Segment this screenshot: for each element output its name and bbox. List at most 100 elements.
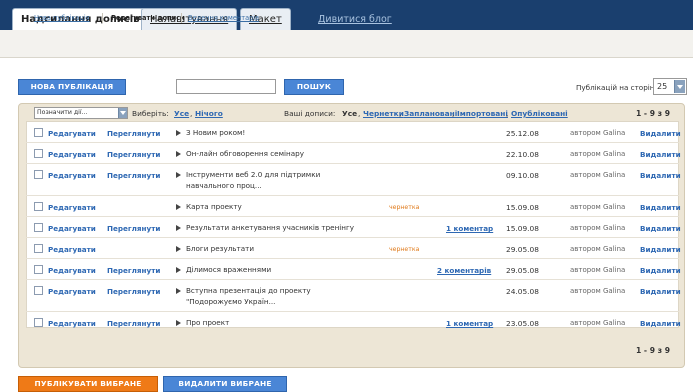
post-title: Результати анкетування учасників тренінг… — [186, 223, 355, 232]
delete-link[interactable]: Видалити — [640, 287, 681, 296]
draft-label: чернетка — [389, 204, 420, 211]
delete-link[interactable]: Видалити — [640, 150, 681, 159]
filter-published-link[interactable]: Опубліковані — [511, 109, 568, 118]
post-date: 15.09.08 — [506, 224, 539, 233]
delete-link[interactable]: Видалити — [640, 171, 681, 180]
view-blog-link[interactable]: Дивитися блог — [318, 14, 392, 25]
delete-link[interactable]: Видалити — [640, 129, 681, 138]
search-input[interactable] — [176, 79, 276, 94]
post-author: автором Galina — [570, 245, 626, 253]
search-button[interactable]: ПОШУК — [284, 79, 344, 95]
row-divider — [26, 258, 679, 259]
row-checkbox[interactable] — [34, 286, 43, 295]
new-post-button[interactable]: НОВА ПУБЛІКАЦІЯ — [18, 79, 126, 95]
delete-link[interactable]: Видалити — [640, 203, 681, 212]
post-author: автором Galina — [570, 319, 626, 327]
per-page-select[interactable]: 25 — [653, 78, 687, 95]
delete-link[interactable]: Видалити — [640, 245, 681, 254]
edit-link[interactable]: Редагувати — [48, 150, 96, 159]
pagination-bottom: 1 - 9 з 9 — [636, 346, 670, 355]
edit-link[interactable]: Редагувати — [48, 266, 96, 275]
edit-link[interactable]: Редагувати — [48, 129, 96, 138]
view-link[interactable]: Переглянути — [107, 129, 160, 138]
pagination-top: 1 - 9 з 9 — [636, 109, 670, 118]
row-checkbox[interactable] — [34, 223, 43, 232]
comma-separator: , — [452, 109, 455, 118]
your-posts-label: Ваші дописи: — [284, 109, 336, 118]
delete-link[interactable]: Видалити — [640, 266, 681, 275]
subnav-edit-posts[interactable]: Редагувати дописи — [111, 14, 185, 22]
edit-link[interactable]: Редагувати — [48, 245, 96, 254]
filter-drafts-link[interactable]: Чернетки — [363, 109, 404, 118]
post-title: Он-лайн обговорення семінару — [186, 149, 304, 158]
view-link[interactable]: Переглянути — [107, 171, 160, 180]
bulk-actions-select[interactable]: Позначити дії... — [34, 107, 128, 119]
post-author: автором Galina — [570, 224, 626, 232]
view-link[interactable]: Переглянути — [107, 319, 160, 328]
post-date: 24.05.08 — [506, 287, 539, 296]
edit-link[interactable]: Редагувати — [48, 287, 96, 296]
post-title: Інструменти веб 2.0 для підтримки навчал… — [186, 170, 321, 190]
subnav-new-post[interactable]: Нова публікація — [34, 14, 90, 22]
post-title: З Новим роком! — [186, 128, 246, 137]
post-author: автором Galina — [570, 150, 626, 158]
row-checkbox[interactable] — [34, 318, 43, 327]
row-checkbox[interactable] — [34, 265, 43, 274]
edit-link[interactable]: Редагувати — [48, 203, 96, 212]
comma-separator: , — [506, 109, 509, 118]
expand-arrow-icon[interactable] — [176, 130, 181, 136]
comments-link[interactable]: 1 коментар — [446, 319, 493, 328]
post-title: Карта проекту — [186, 202, 242, 211]
publish-selected-button[interactable]: ПУБЛІКУВАТИ ВИБРАНЕ — [18, 376, 158, 392]
delete-selected-button[interactable]: ВИДАЛИТИ ВИБРАНЕ — [163, 376, 287, 392]
row-checkbox[interactable] — [34, 170, 43, 179]
post-author: автором Galina — [570, 266, 626, 274]
expand-arrow-icon[interactable] — [176, 225, 181, 231]
edit-link[interactable]: Редагувати — [48, 171, 96, 180]
expand-arrow-icon[interactable] — [176, 246, 181, 252]
comments-link[interactable]: 2 коментарів — [437, 266, 491, 275]
view-link[interactable]: Переглянути — [107, 150, 160, 159]
expand-arrow-icon[interactable] — [176, 320, 181, 326]
post-author: автором Galina — [570, 203, 626, 211]
select-none-link[interactable]: Нічого — [195, 109, 223, 118]
post-title: Про проект — [186, 318, 230, 327]
chevron-down-icon — [674, 80, 685, 93]
draft-label: чернетка — [389, 246, 420, 253]
view-link[interactable]: Переглянути — [107, 266, 160, 275]
delete-link[interactable]: Видалити — [640, 319, 681, 328]
row-checkbox[interactable] — [34, 149, 43, 158]
subnav-moderate-comments[interactable]: Ведення коментарів — [188, 14, 259, 22]
edit-link[interactable]: Редагувати — [48, 224, 96, 233]
expand-arrow-icon[interactable] — [176, 151, 181, 157]
edit-link[interactable]: Редагувати — [48, 319, 96, 328]
subnav-divider — [181, 13, 182, 23]
expand-arrow-icon[interactable] — [176, 267, 181, 273]
filter-scheduled-link[interactable]: Заплановані — [404, 109, 457, 118]
post-date: 29.05.08 — [506, 245, 539, 254]
row-divider — [26, 311, 679, 312]
post-date: 22.10.08 — [506, 150, 539, 159]
filter-imported-link[interactable]: Імпортовані — [457, 109, 508, 118]
view-link[interactable]: Переглянути — [107, 287, 160, 296]
expand-arrow-icon[interactable] — [176, 204, 181, 210]
post-author: автором Galina — [570, 171, 626, 179]
post-title: Вступна презентація до проекту "Подорожу… — [186, 286, 311, 306]
per-page-value: 25 — [657, 82, 668, 91]
expand-arrow-icon[interactable] — [176, 172, 181, 178]
per-page-label: Публікацій на сторінку — [576, 83, 664, 92]
row-checkbox[interactable] — [34, 202, 43, 211]
bulk-actions-value: Позначити дії... — [37, 109, 88, 116]
view-link[interactable]: Переглянути — [107, 224, 160, 233]
chevron-down-icon — [118, 108, 127, 118]
post-date: 09.10.08 — [506, 171, 539, 180]
comments-link[interactable]: 1 коментар — [446, 224, 493, 233]
row-checkbox[interactable] — [34, 128, 43, 137]
post-date: 23.05.08 — [506, 319, 539, 328]
select-all-link[interactable]: Усе — [174, 109, 189, 118]
expand-arrow-icon[interactable] — [176, 288, 181, 294]
post-date: 25.12.08 — [506, 129, 539, 138]
row-checkbox[interactable] — [34, 244, 43, 253]
post-date: 15.09.08 — [506, 203, 539, 212]
delete-link[interactable]: Видалити — [640, 224, 681, 233]
